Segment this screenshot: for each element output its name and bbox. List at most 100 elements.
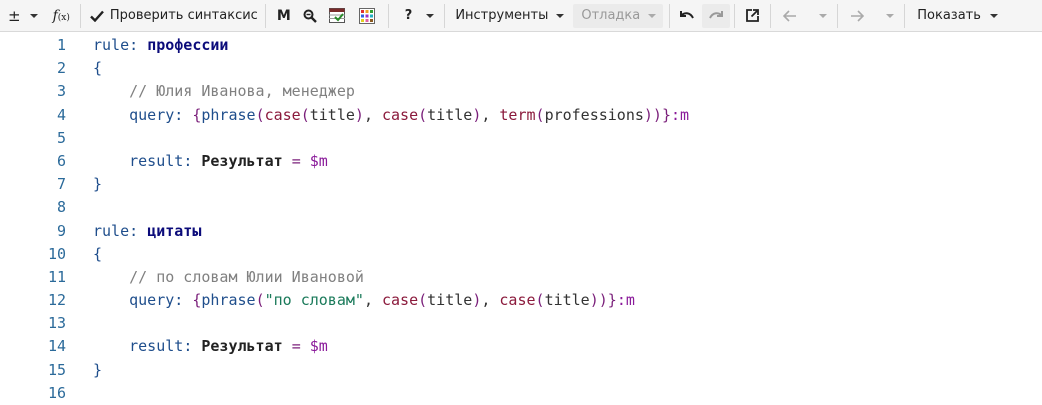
toolbar: ± f(x) Проверить синтаксис M ? Инструмен… (0, 0, 1042, 32)
code-line: 1 rule: профессии (0, 34, 1042, 57)
code-text: // по словам Юлии Ивановой (66, 266, 364, 289)
code-text: rule: профессии (93, 36, 229, 54)
table-check-button[interactable] (322, 4, 352, 28)
line-number: 8 (56, 198, 66, 217)
code-text: rule: цитаты (93, 221, 202, 240)
zoom-button[interactable] (298, 4, 322, 28)
chevron-down-icon (426, 13, 435, 18)
help-dropdown-button[interactable]: ? (391, 4, 443, 28)
debug-label: Отладка (581, 8, 641, 23)
toolbar-divider (264, 3, 266, 28)
external-link-icon (746, 9, 760, 22)
m-button[interactable]: M (268, 4, 298, 28)
line-number: 4 (56, 105, 66, 124)
chevron-down-icon (819, 13, 828, 18)
arrow-right-icon (851, 9, 865, 22)
code-line: 5 (0, 127, 1042, 150)
code-line: 2 { (0, 57, 1042, 80)
toolbar-divider (387, 3, 389, 28)
code-text: result: Результат = $m (129, 151, 328, 170)
toolbar-divider (770, 3, 772, 28)
tools-label: Инструменты (455, 8, 549, 23)
line-number: 3 (56, 82, 66, 101)
code-line: 16 (0, 382, 1042, 405)
code-line: 6 result: Результат = $m (0, 150, 1042, 173)
line-number: 1 (56, 36, 66, 54)
line-number: 5 (56, 128, 66, 147)
chevron-down-icon (648, 13, 657, 18)
toolbar-divider (837, 3, 839, 28)
code-text: query: {phrase("по словам", case(title),… (129, 291, 635, 310)
code-text: { (93, 244, 103, 263)
toolbar-divider (444, 3, 446, 28)
help-label: ? (404, 8, 413, 23)
code-text: { (93, 59, 103, 78)
forward-dropdown-button[interactable] (840, 4, 902, 28)
line-number: 11 (47, 267, 66, 286)
line-number: 14 (47, 337, 66, 356)
code-text: // Юлия Иванова, менеджер (66, 80, 355, 103)
code-line: 10 { (0, 243, 1042, 266)
zoom-icon (303, 9, 317, 23)
back-dropdown-button[interactable] (773, 4, 835, 28)
check-syntax-button[interactable]: Проверить синтаксис (83, 4, 263, 28)
check-syntax-label: Проверить синтаксис (109, 8, 258, 23)
color-grid-icon (358, 7, 375, 24)
function-icon: f(x) (52, 7, 70, 24)
code-line: 12 query: {phrase("по словам", case(titl… (0, 289, 1042, 312)
line-number: 12 (47, 291, 66, 310)
m-label: M (276, 7, 291, 24)
code-comment: // Юлия Иванова, менеджер (129, 82, 355, 101)
color-grid-button[interactable] (352, 4, 382, 28)
code-line: 9 rule: цитаты (0, 220, 1042, 243)
code-line: 4 query: {phrase(case(title), case(title… (0, 104, 1042, 127)
code-line: 7 } (0, 173, 1042, 196)
line-number: 2 (56, 59, 66, 78)
function-button[interactable]: f(x) (43, 4, 78, 28)
code-line: 14 result: Результат = $m (0, 335, 1042, 358)
plusminus-label: ± (8, 6, 21, 25)
code-text: result: Результат = $m (129, 337, 328, 356)
code-line: 11 // по словам Юлии Ивановой (0, 266, 1042, 289)
code-text: } (93, 175, 103, 194)
toolbar-divider (669, 3, 671, 28)
code-text: query: {phrase(case(title), case(title),… (129, 105, 690, 124)
external-link-button[interactable] (737, 4, 768, 28)
plusminus-dropdown-button[interactable]: ± (0, 4, 43, 28)
redo-icon (709, 10, 724, 19)
show-dropdown-button[interactable]: Показать (907, 4, 1006, 28)
toolbar-divider (734, 3, 736, 28)
tools-dropdown-button[interactable]: Инструменты (447, 4, 571, 28)
check-icon (90, 10, 104, 22)
undo-button[interactable] (672, 4, 702, 28)
show-label: Показать (917, 8, 981, 23)
toolbar-divider (904, 3, 906, 28)
redo-button[interactable] (702, 3, 731, 28)
code-line: 13 (0, 312, 1042, 335)
code-line: 15 } (0, 359, 1042, 382)
chevron-down-icon (556, 13, 565, 18)
line-number: 13 (47, 314, 66, 333)
line-number: 10 (47, 244, 66, 263)
line-number: 7 (56, 175, 66, 194)
chevron-down-icon (886, 13, 895, 18)
code-text: } (93, 360, 103, 379)
code-editor[interactable]: 1 rule: профессии 2 { 3 // Юлия Иванова,… (0, 32, 1042, 405)
chevron-down-icon (989, 13, 998, 18)
toolbar-divider (79, 3, 81, 28)
line-number: 9 (56, 221, 66, 240)
debug-dropdown-button[interactable]: Отладка (573, 3, 664, 28)
line-number: 16 (47, 383, 66, 402)
line-number: 6 (56, 151, 66, 170)
undo-icon (680, 10, 695, 19)
chevron-down-icon (29, 13, 38, 18)
line-number: 15 (47, 360, 66, 379)
table-check-icon (328, 8, 345, 23)
code-line: 3 // Юлия Иванова, менеджер (0, 80, 1042, 103)
code-comment: // по словам Юлии Ивановой (129, 267, 364, 286)
arrow-left-icon (783, 9, 797, 22)
